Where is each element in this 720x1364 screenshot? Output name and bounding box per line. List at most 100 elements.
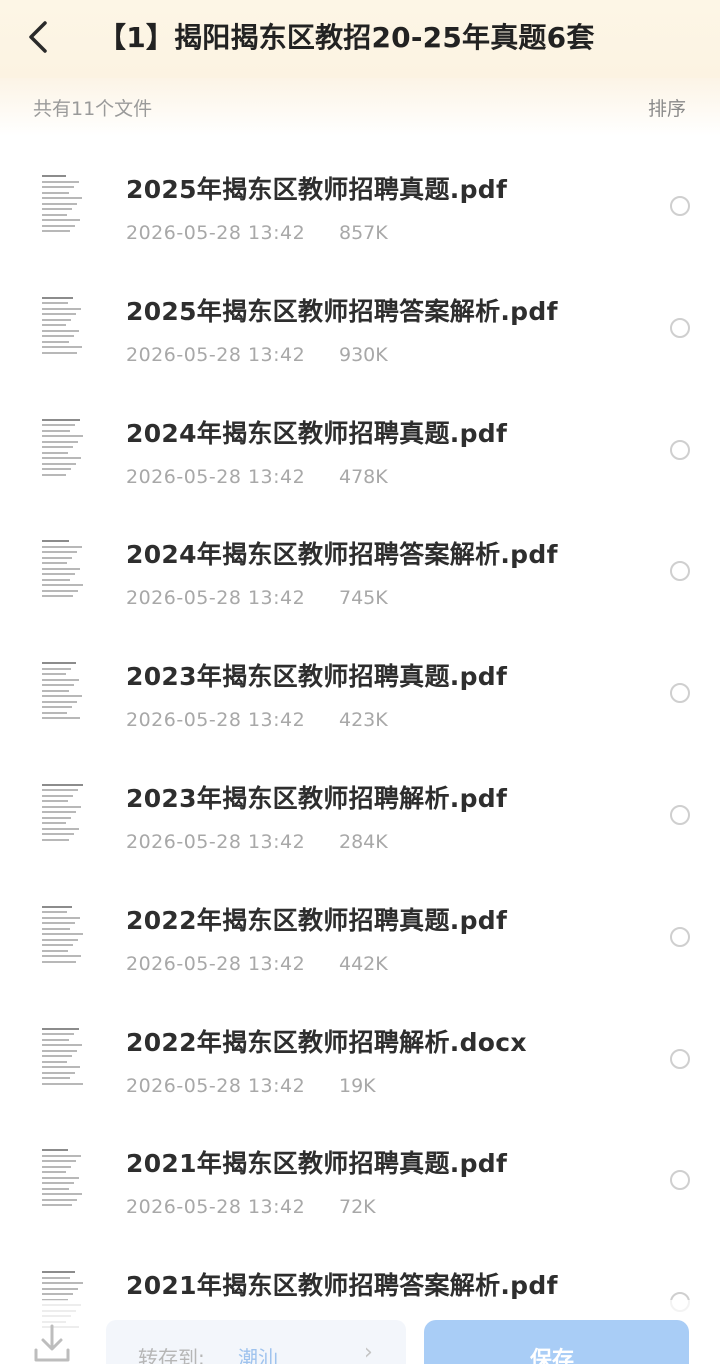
thumbnail-text-line [42,816,71,819]
select-radio[interactable] [670,196,690,216]
file-date: 2026-05-28 13:42 [126,952,306,975]
file-thumbnail [40,537,86,602]
file-date: 2026-05-28 13:42 [126,343,306,366]
thumbnail-text-line [42,922,75,925]
file-size: 442K [339,952,388,975]
select-radio[interactable] [670,1048,690,1069]
thumbnail-text-line [42,589,78,592]
chevron-right-icon: › [364,1340,373,1364]
file-name: 2021年揭东区教师招聘真题.pdf [126,1149,508,1179]
file-row[interactable]: 2024年揭东区教师招聘答案解析.pdf 2026-05-28 13:42 74… [0,495,720,617]
download-button[interactable] [32,1322,72,1364]
file-size: 72K [339,1196,376,1219]
thumbnail-text-line [42,329,79,332]
thumbnail-text-line [42,684,74,687]
thumbnail-text-line [42,949,68,952]
file-name: 2025年揭东区教师招聘答案解析.pdf [126,296,558,326]
thumbnail-text-line [42,1060,67,1063]
page-title: 【1】揭阳揭东区教招20-25年真题6套 [98,21,595,54]
thumbnail-text-line [42,429,70,432]
select-radio[interactable] [670,561,690,582]
thumbnail-text-line [42,202,77,205]
thumbnail-text-line [42,905,72,908]
thumbnail-text-line [42,307,81,310]
thumbnail-text-line [42,811,76,814]
file-thumbnail [40,1024,86,1089]
thumbnail-text-line [42,673,66,676]
thumbnail-text-line [42,1027,79,1030]
select-radio[interactable] [670,1170,690,1191]
thumbnail-text-line [42,1176,79,1179]
thumbnail-text-line [42,838,69,841]
thumbnail-text-line [42,1044,82,1047]
thumbnail-text-line [42,927,70,930]
thumbnail-text-line [42,346,82,349]
thumbnail-text-line [42,911,67,914]
thumbnail-text-line [42,827,79,830]
thumbnail-text-line [42,700,77,703]
file-thumbnail [40,780,86,845]
save-to-selector[interactable]: 转存到: 潮汕 › [106,1320,406,1364]
file-row[interactable]: 2021年揭东区教师招聘真题.pdf 2026-05-28 13:42 72K [0,1104,720,1226]
sort-button[interactable]: 排序 [648,94,686,121]
file-thumbnail [40,1146,86,1211]
thumbnail-text-line [42,186,74,188]
thumbnail-text-line [42,213,67,216]
thumbnail-text-line [42,1187,69,1190]
file-row[interactable]: 2025年揭东区教师招聘真题.pdf 2026-05-28 13:42 857K [0,130,720,252]
thumbnail-text-line [42,578,70,581]
file-row[interactable]: 2025年揭东区教师招聘答案解析.pdf 2026-05-28 13:42 93… [0,252,720,374]
file-row[interactable]: 2024年揭东区教师招聘真题.pdf 2026-05-28 13:42 478K [0,374,720,496]
file-size: 857K [339,222,388,244]
thumbnail-text-line [42,1154,81,1157]
file-row[interactable]: 2022年揭东区教师招聘真题.pdf 2026-05-28 13:42 442K [0,861,720,983]
thumbnail-text-line [42,1198,77,1201]
select-radio[interactable] [670,804,690,825]
thumbnail-text-line [42,933,83,936]
file-size: 423K [339,709,388,732]
thumbnail-text-line [42,789,78,792]
thumbnail-text-line [42,540,69,543]
file-thumbnail [40,172,86,236]
thumbnail-text-line [42,1165,71,1168]
thumbnail-text-line [42,191,69,194]
thumbnail-text-line [42,545,82,548]
thumbnail-text-line [42,230,70,232]
thumbnail-text-line [42,457,81,460]
header-bar: 【1】揭阳揭东区教招20-25年真题6套 [0,0,720,78]
thumbnail-text-line [42,208,72,210]
thumbnail-text-line [42,340,69,343]
thumbnail-text-line [42,468,71,471]
save-to-label: 转存到: [138,1346,205,1364]
file-name: 2022年揭东区教师招聘解析.docx [126,1027,527,1057]
select-radio[interactable] [670,317,690,338]
file-date: 2026-05-28 13:42 [126,587,306,610]
thumbnail-text-line [42,833,74,836]
file-date: 2026-05-28 13:42 [126,709,306,732]
save-button[interactable]: 保存 [424,1320,689,1364]
thumbnail-text-line [42,1160,76,1163]
thumbnail-text-line [42,662,76,665]
select-radio[interactable] [670,926,690,947]
thumbnail-text-line [42,435,83,438]
back-button[interactable] [18,14,58,60]
file-name: 2024年揭东区教师招聘真题.pdf [126,418,508,448]
thumbnail-text-line [42,318,71,321]
file-name: 2024年揭东区教师招聘答案解析.pdf [126,540,558,570]
select-radio[interactable] [670,439,690,460]
file-thumbnail [40,293,86,358]
thumbnail-text-line [42,800,68,803]
file-row[interactable]: 2023年揭东区教师招聘真题.pdf 2026-05-28 13:42 423K [0,617,720,739]
thumbnail-text-line [42,1071,75,1074]
thumbnail-text-line [42,1271,75,1274]
thumbnail-text-line [42,451,68,454]
file-size: 284K [339,830,388,853]
file-date: 2026-05-28 13:42 [126,222,306,244]
thumbnail-text-line [42,1293,73,1296]
file-row[interactable]: 2023年揭东区教师招聘解析.pdf 2026-05-28 13:42 284K [0,739,720,861]
file-count: 共有11个文件 [33,98,153,120]
file-row[interactable]: 2022年揭东区教师招聘解析.docx 2026-05-28 13:42 19K [0,983,720,1105]
file-date: 2026-05-28 13:42 [126,465,306,488]
select-radio[interactable] [670,683,690,704]
thumbnail-text-line [42,944,73,947]
